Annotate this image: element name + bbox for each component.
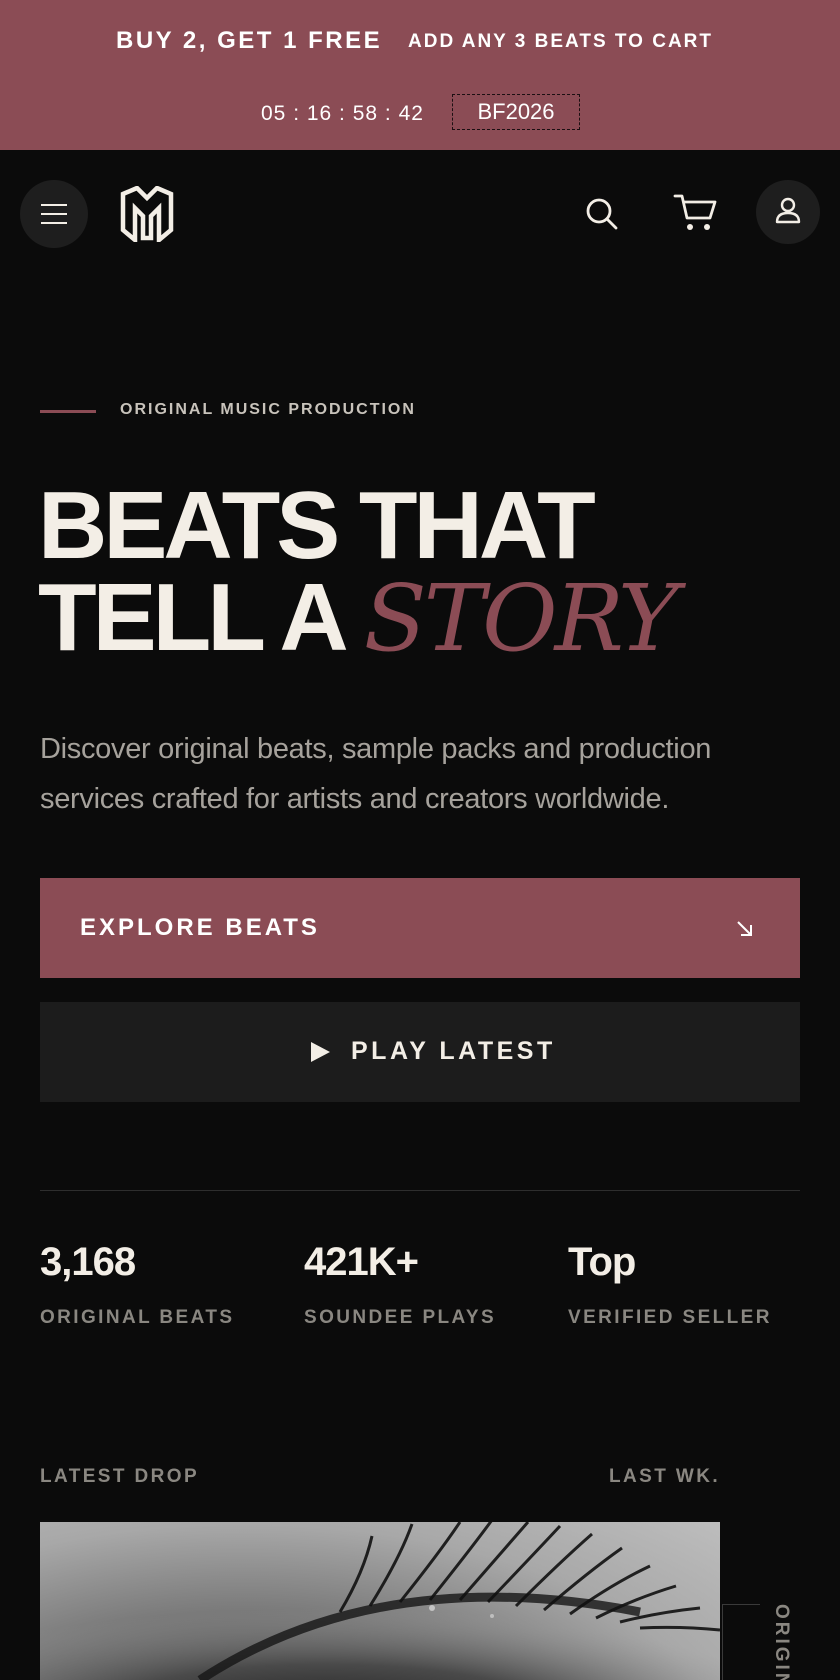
stat-original-beats: 3,168 ORIGINAL BEATS xyxy=(40,1240,300,1329)
countdown-timer: 05 : 16 : 58 : 42 xyxy=(261,102,424,125)
explore-beats-label: EXPLORE BEATS xyxy=(80,914,320,941)
explore-beats-button[interactable]: EXPLORE BEATS xyxy=(40,878,800,978)
user-icon xyxy=(775,197,801,224)
play-latest-button[interactable]: PLAY LATEST xyxy=(40,1002,800,1102)
hero-description: Discover original beats, sample packs an… xyxy=(40,733,712,815)
stat-label: VERIFIED SELLER xyxy=(568,1307,772,1328)
headline-line-1: BEATS THAT xyxy=(38,472,596,579)
play-latest-label: PLAY LATEST xyxy=(351,1037,556,1065)
headline-line-2: TELL A xyxy=(38,564,345,671)
eyebrow-line xyxy=(40,410,96,413)
stat-label: SOUNDEE PLAYS xyxy=(304,1307,497,1328)
m-monogram-logo[interactable] xyxy=(119,186,175,242)
stat-value: 421K+ xyxy=(304,1240,419,1284)
side-frame xyxy=(722,1604,760,1680)
side-vertical-text: ORIGIN xyxy=(771,1604,792,1680)
hero-eyebrow: ORIGINAL MUSIC PRODUCTION xyxy=(120,401,416,418)
stat-soundee-plays: 421K+ SOUNDEE PLAYS xyxy=(304,1240,564,1329)
hero-headline: BEATS THAT TELL A STORY xyxy=(38,478,679,666)
play-icon xyxy=(311,1042,330,1062)
section-divider xyxy=(40,1190,800,1191)
latest-drop-date: LAST WK. xyxy=(609,1466,721,1487)
eyelash-artwork xyxy=(40,1522,720,1680)
hamburger-menu-icon xyxy=(41,204,67,206)
latest-drop-cover[interactable] xyxy=(40,1522,720,1680)
stat-value: 3,168 xyxy=(40,1240,136,1284)
stat-value: Top xyxy=(568,1240,636,1284)
promo-offer: BUY 2, GET 1 FREE xyxy=(116,27,383,54)
account-button[interactable] xyxy=(756,180,820,244)
stat-label: ORIGINAL BEATS xyxy=(40,1307,235,1328)
promo-banner: BUY 2, GET 1 FREE ADD ANY 3 BEATS TO CAR… xyxy=(0,0,840,150)
menu-button[interactable] xyxy=(20,180,88,248)
search-icon[interactable] xyxy=(582,194,622,234)
headline-accent: STORY xyxy=(363,565,679,672)
arrow-down-right-icon xyxy=(737,921,752,936)
hamburger-menu-icon xyxy=(41,213,67,215)
site-header xyxy=(0,150,840,280)
promo-code[interactable]: BF2026 xyxy=(452,94,580,130)
promo-subtitle: ADD ANY 3 BEATS TO CART xyxy=(408,31,713,52)
hamburger-menu-icon xyxy=(41,222,67,224)
stat-verified-seller: Top VERIFIED SELLER xyxy=(568,1240,828,1329)
shopping-cart-icon[interactable] xyxy=(672,190,720,234)
latest-drop-label: LATEST DROP xyxy=(40,1466,200,1487)
